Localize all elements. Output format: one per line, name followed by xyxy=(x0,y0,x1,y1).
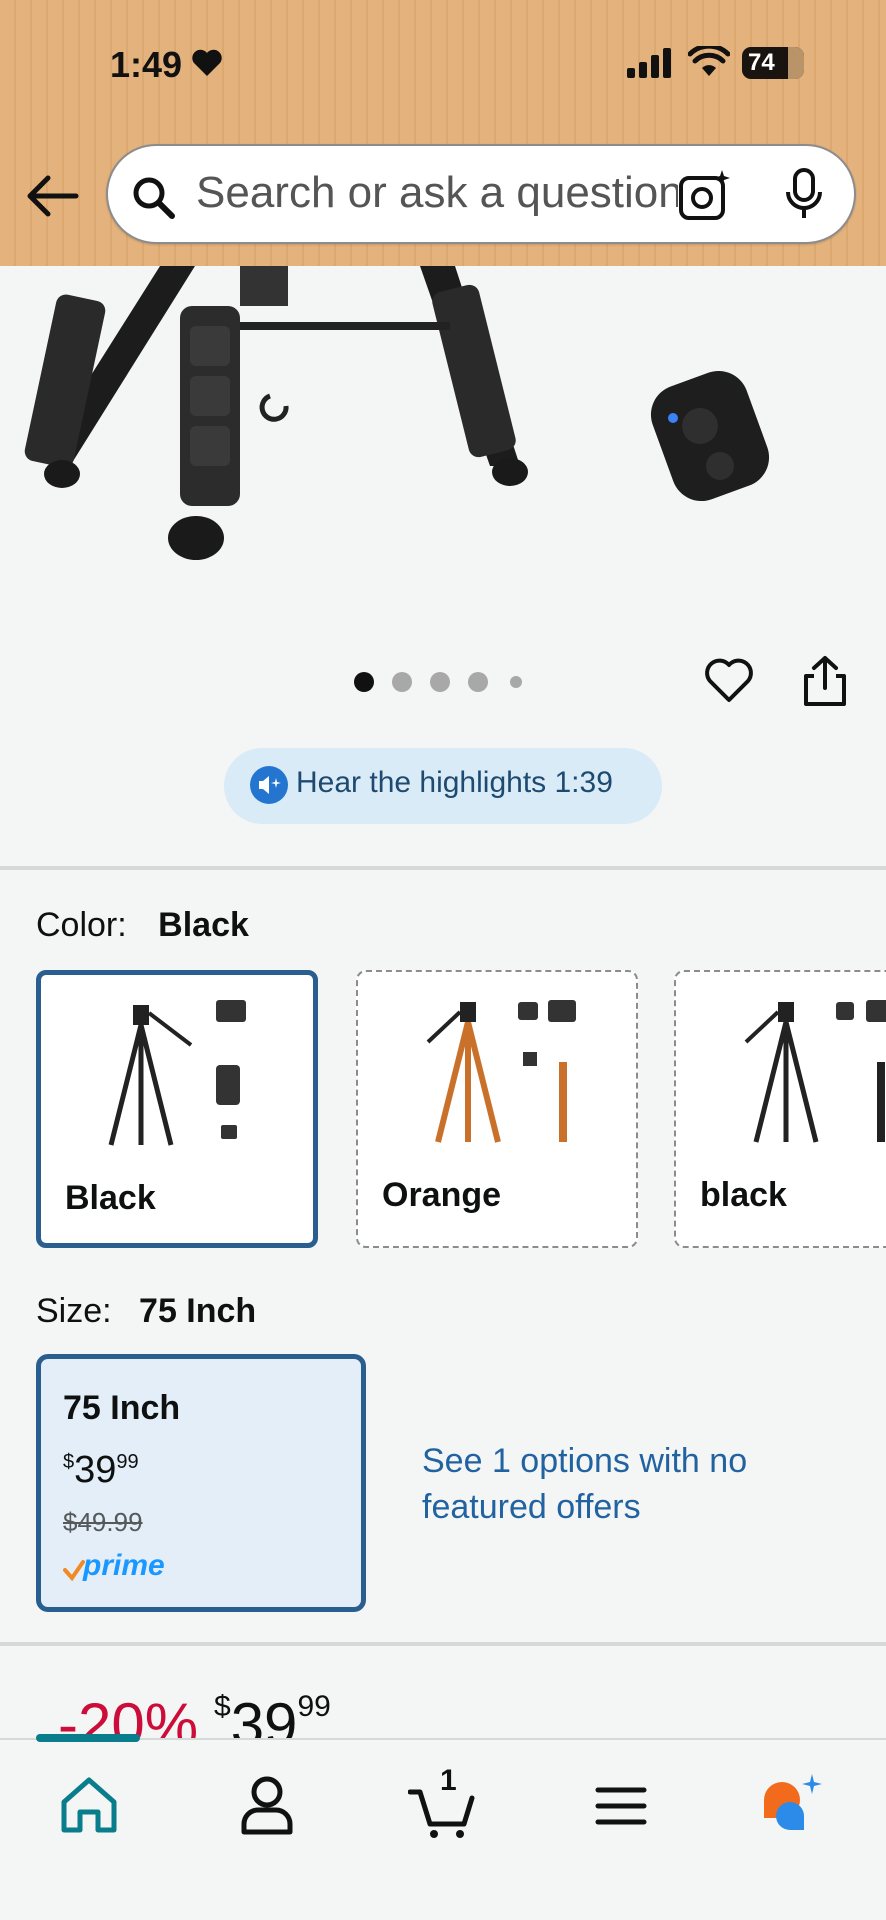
price-whole: 39 xyxy=(74,1449,117,1491)
microphone-icon[interactable] xyxy=(784,168,824,220)
color-selector-label: Color: Black xyxy=(36,906,249,945)
search-placeholder: Search or ask a question xyxy=(196,168,683,217)
price-symbol: $ xyxy=(63,1451,75,1473)
section-divider xyxy=(0,866,886,870)
image-pagination xyxy=(354,670,534,694)
swatch-image xyxy=(108,1000,246,1146)
wifi-icon xyxy=(688,46,730,76)
price-summary: -20% $3999 xyxy=(58,1690,558,1740)
tripod-image xyxy=(24,266,770,560)
color-option-label: Orange xyxy=(382,1176,502,1214)
discount-percent: -20% xyxy=(58,1691,199,1740)
camera-lens-icon[interactable] xyxy=(678,168,734,222)
price-fraction: 99 xyxy=(297,1690,331,1723)
battery-level: 74 xyxy=(748,49,775,76)
hear-highlights-button[interactable]: Hear the highlights 1:39 xyxy=(224,748,662,824)
page-dot-5[interactable] xyxy=(510,676,522,688)
page-dot-4[interactable] xyxy=(468,672,488,692)
swatch-image xyxy=(744,1000,886,1143)
wishlist-heart-icon[interactable] xyxy=(704,656,754,704)
size-label: Size: xyxy=(36,1292,112,1330)
cart-count-badge: 1 xyxy=(440,1764,457,1797)
bottom-navigation: 1 xyxy=(0,1734,886,1920)
highlights-label: Hear the highlights 1:39 xyxy=(296,766,613,799)
status-bar: 1:49 74 xyxy=(0,0,886,130)
page-dot-3[interactable] xyxy=(430,672,450,692)
cart-button[interactable]: 1 xyxy=(407,1764,478,1840)
color-label: Color: xyxy=(36,906,127,944)
back-arrow-icon[interactable] xyxy=(24,170,80,222)
section-divider xyxy=(0,1642,886,1646)
status-time: 1:49 xyxy=(110,44,183,85)
cellular-signal-icon xyxy=(627,48,671,78)
color-option-black-2[interactable]: black xyxy=(674,970,886,1248)
color-option-black[interactable]: Black xyxy=(36,970,318,1248)
color-option-label: black xyxy=(700,1176,787,1214)
rufus-assistant-icon[interactable] xyxy=(756,1770,826,1840)
page-dot-2[interactable] xyxy=(392,672,412,692)
battery-icon: 74 xyxy=(742,47,804,79)
prime-check-icon xyxy=(63,1560,85,1581)
price-symbol: $ xyxy=(214,1690,231,1723)
product-image[interactable] xyxy=(0,266,886,606)
search-icon xyxy=(133,177,175,219)
price-fraction: 99 xyxy=(116,1451,139,1473)
color-option-label: Black xyxy=(65,1179,156,1217)
color-selected-value: Black xyxy=(158,906,249,944)
prime-badge: prime xyxy=(63,1549,173,1583)
app-header: 1:49 74 Search or ask a question xyxy=(0,0,886,266)
page-dot-1[interactable] xyxy=(354,672,374,692)
see-options-link[interactable]: See 1 options with no featured offers xyxy=(422,1438,752,1530)
price-whole: 39 xyxy=(230,1691,298,1740)
size-selector-label: Size: 75 Inch xyxy=(36,1292,256,1331)
home-icon[interactable] xyxy=(54,1770,124,1840)
swatch-image xyxy=(426,1000,576,1143)
size-option-price: $3999 xyxy=(63,1449,139,1492)
size-selected-value: 75 Inch xyxy=(139,1292,257,1330)
menu-icon[interactable] xyxy=(586,1770,656,1840)
list-price: $49.99 xyxy=(63,1507,143,1537)
size-option-name: 75 Inch xyxy=(63,1389,181,1427)
color-option-orange[interactable]: Orange xyxy=(356,970,638,1248)
account-icon[interactable] xyxy=(232,1770,302,1840)
audio-sparkle-icon xyxy=(250,766,288,804)
search-input[interactable]: Search or ask a question xyxy=(106,144,856,244)
heart-status-icon xyxy=(192,49,222,76)
active-tab-indicator xyxy=(36,1734,140,1742)
prime-text: prime xyxy=(83,1549,165,1582)
current-price: $3999 xyxy=(214,1690,331,1740)
share-icon[interactable] xyxy=(800,654,850,708)
size-option-75-inch[interactable]: 75 Inch $3999 $49.99 prime xyxy=(36,1354,366,1612)
